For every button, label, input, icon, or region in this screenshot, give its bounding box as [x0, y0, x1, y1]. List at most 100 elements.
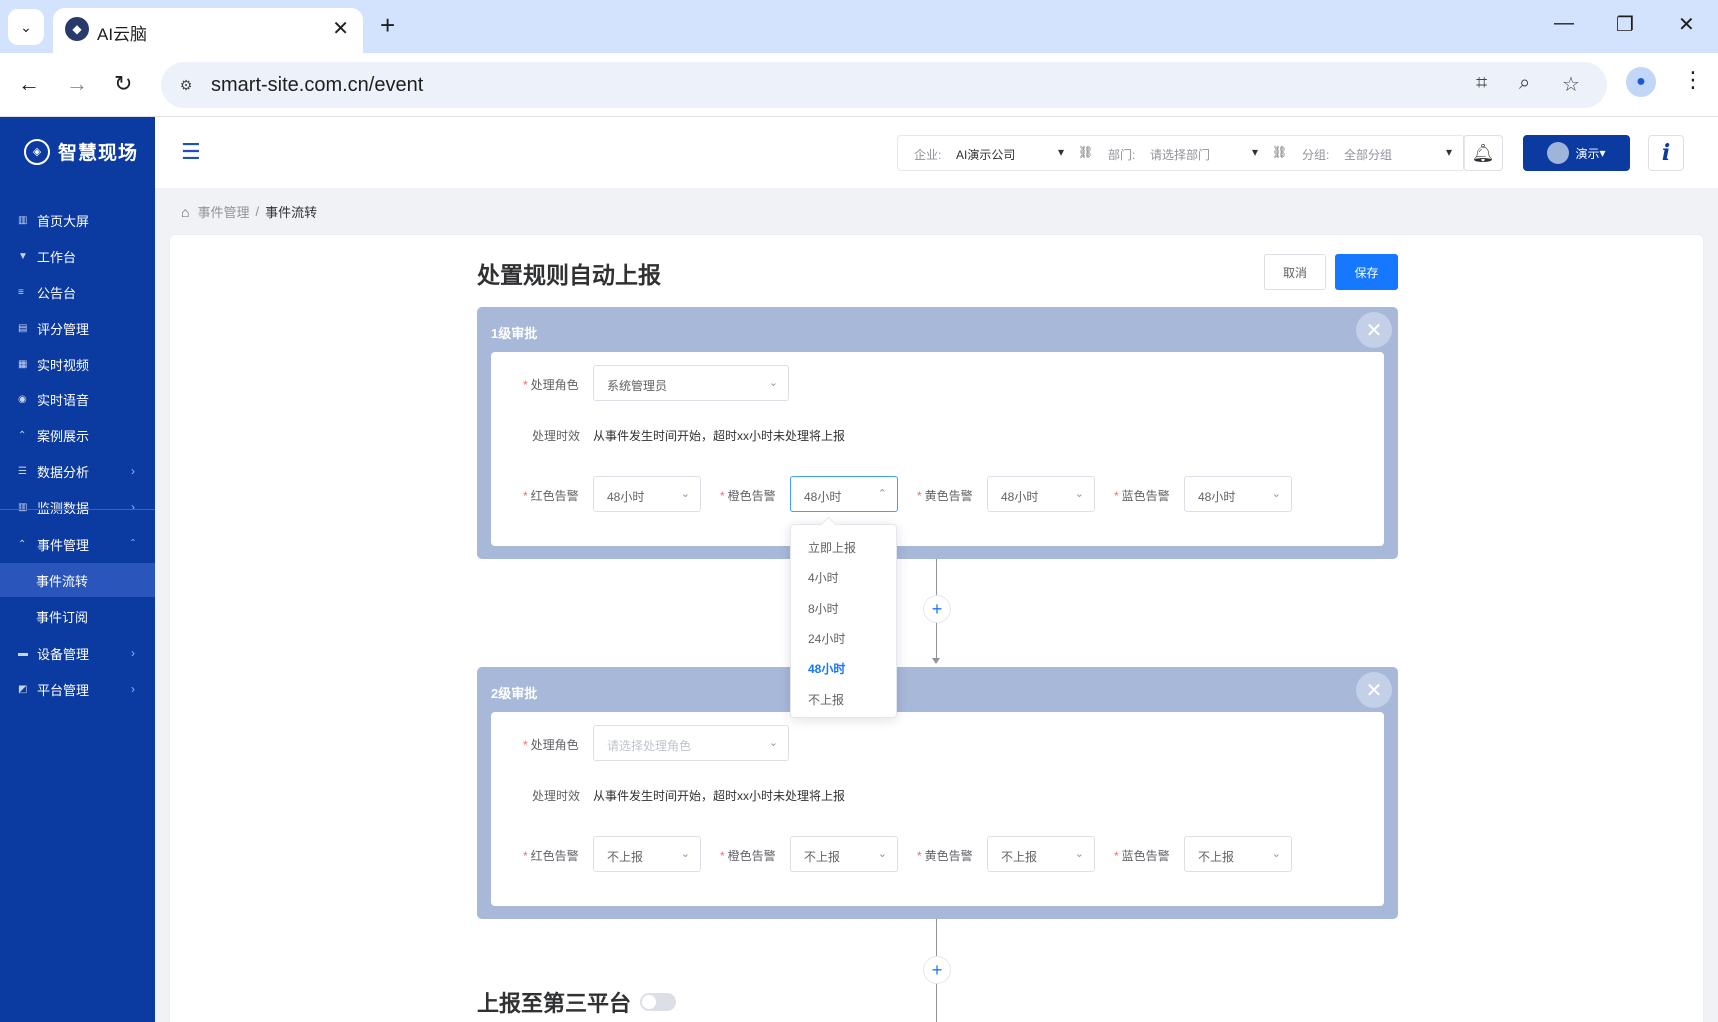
- sidebar-item-score[interactable]: ▤ 评分管理: [0, 311, 155, 345]
- blue-alert-select[interactable]: 不上报 ⌄: [1184, 836, 1292, 872]
- role-label: * 处理角色: [523, 378, 579, 392]
- sidebar-item-video[interactable]: ▦ 实时视频: [0, 347, 155, 381]
- cancel-button[interactable]: 取消: [1264, 254, 1326, 290]
- org-filter-bar: 企业: AI演示公司 ▾ ⛓ 部门: 请选择部门 ▾ ⛓ 分组: 全部分组 ▾: [897, 135, 1465, 171]
- url-text[interactable]: smart-site.com.cn/event: [211, 74, 423, 97]
- info-icon[interactable]: i: [1648, 135, 1684, 171]
- sidebar-item-event[interactable]: ⌃ 事件管理 ˆ: [0, 527, 155, 561]
- close-icon[interactable]: ✕: [1356, 672, 1392, 708]
- site-info-icon[interactable]: ⚙: [175, 74, 197, 96]
- timeout-description: 从事件发生时间开始，超时xx小时未处理将上报: [593, 789, 846, 803]
- chevron-right-icon: ›: [131, 464, 135, 478]
- breadcrumb-parent[interactable]: 事件管理: [197, 202, 249, 221]
- dropdown-option[interactable]: 24小时: [808, 630, 845, 647]
- orange-alert-select[interactable]: 不上报 ⌄: [790, 836, 898, 872]
- red-alert-label: * 红色告警: [523, 489, 579, 503]
- case-icon: ⌃: [18, 429, 27, 441]
- red-alert-label: * 红色告警: [523, 849, 579, 863]
- brand: ◈ 智慧现场: [24, 138, 138, 165]
- shield-icon: ◆: [65, 17, 89, 41]
- group-label: 分组:: [1302, 148, 1330, 162]
- home-icon[interactable]: ⌂: [181, 204, 189, 220]
- sidebar-item-workbench[interactable]: ▼ 工作台: [0, 239, 155, 273]
- chevron-up-icon: ⌃: [877, 488, 887, 500]
- sidebar: ◈ 智慧现场 ▥ 首页大屏 ▼ 工作台 ≡ 公告台 ▤ 评分管理 ▦ 实时视频 ◉ 实时语音…: [0, 117, 155, 1022]
- voice-icon: ◉: [18, 393, 27, 405]
- breadcrumb-current: 事件流转: [265, 205, 318, 220]
- tab-search-button[interactable]: ⌄: [8, 9, 44, 45]
- caret-down-icon[interactable]: ▾: [1252, 145, 1258, 159]
- yellow-alert-select[interactable]: 不上报 ⌄: [987, 836, 1095, 872]
- forward-icon[interactable]: →: [66, 71, 88, 97]
- sidebar-item-monitor[interactable]: ▥ 监测数据 ›: [0, 490, 155, 524]
- caret-down-icon[interactable]: ▾: [1058, 145, 1064, 159]
- close-icon[interactable]: ✕: [1356, 312, 1392, 348]
- sidebar-item-platform[interactable]: ◩ 平台管理 ›: [0, 672, 155, 706]
- dropdown-option[interactable]: 立即上报: [808, 539, 856, 556]
- add-level-plus-icon[interactable]: +: [923, 956, 951, 984]
- profile-avatar-icon[interactable]: ●: [1626, 67, 1656, 97]
- zoom-icon[interactable]: ⌕: [1519, 72, 1530, 95]
- company-select[interactable]: AI演示公司: [956, 146, 1015, 163]
- bell-icon[interactable]: 🔔︎: [1463, 135, 1503, 171]
- timeout-label: 处理时效: [532, 429, 581, 443]
- sidebar-item-voice[interactable]: ◉ 实时语音: [0, 382, 155, 416]
- hamburger-menu-icon[interactable]: ☰: [181, 139, 201, 165]
- yellow-alert-select[interactable]: 48小时 ⌄: [987, 476, 1095, 512]
- close-icon[interactable]: ✕: [332, 16, 349, 41]
- sidebar-item-notice[interactable]: ≡ 公告台: [0, 275, 155, 309]
- link-icon[interactable]: ⛓: [1272, 145, 1287, 159]
- sidebar-item-event-subscribe[interactable]: 事件订阅: [0, 599, 155, 633]
- back-icon[interactable]: ←: [18, 71, 40, 97]
- translate-icon[interactable]: ⌗: [1476, 72, 1487, 95]
- sidebar-item-dashboard[interactable]: ▥ 首页大屏: [0, 203, 155, 237]
- caret-down-icon[interactable]: ▾: [1446, 145, 1452, 159]
- role-select[interactable]: 系统管理员 ⌄: [593, 365, 789, 401]
- avatar: [1547, 142, 1570, 164]
- new-tab-button[interactable]: +: [380, 12, 395, 38]
- link-icon[interactable]: ⛓: [1078, 145, 1093, 159]
- chevron-up-icon: ˆ: [131, 537, 135, 551]
- chevron-down-icon: ⌄: [680, 848, 690, 860]
- tab-title: AI云脑: [97, 25, 148, 44]
- reload-icon[interactable]: ↻: [114, 71, 132, 97]
- orange-alert-label: * 橙色告警: [720, 849, 776, 863]
- level-form: * 处理角色 请选择处理角色 ⌄ 处理时效 从事件发生时间开始，超时xx小时未处理将…: [491, 712, 1384, 906]
- user-menu-button[interactable]: 演示 ▾: [1523, 135, 1630, 171]
- third-platform-toggle[interactable]: [640, 993, 676, 1011]
- sidebar-item-device[interactable]: ▬ 设备管理 ›: [0, 636, 155, 670]
- role-select[interactable]: 请选择处理角色 ⌄: [593, 725, 789, 761]
- breadcrumb: ⌂ 事件管理 / 事件流转: [181, 202, 317, 221]
- close-window-icon[interactable]: ✕: [1678, 12, 1695, 37]
- save-button[interactable]: 保存: [1335, 254, 1398, 290]
- sidebar-item-case[interactable]: ⌃ 案例展示: [0, 418, 155, 452]
- red-alert-select[interactable]: 48小时 ⌄: [593, 476, 701, 512]
- sidebar-divider: [0, 509, 155, 510]
- add-level-plus-icon[interactable]: +: [923, 595, 951, 623]
- red-alert-select[interactable]: 不上报 ⌄: [593, 836, 701, 872]
- approval-level-2: 2级审批 ✕ * 处理角色 请选择处理角色 ⌄ 处理时效 从事件发生时间开始，超时x…: [477, 667, 1398, 919]
- bookmark-star-icon[interactable]: ☆: [1562, 72, 1580, 97]
- dropdown-option-selected[interactable]: 48小时: [808, 660, 845, 677]
- browser-tab[interactable]: ◆ AI云脑 ✕: [53, 8, 363, 53]
- dept-select[interactable]: 请选择部门: [1150, 146, 1210, 163]
- restore-icon[interactable]: ❐: [1616, 12, 1634, 37]
- browser-menu-icon[interactable]: ⋮: [1682, 67, 1704, 93]
- group-select[interactable]: 全部分组: [1344, 146, 1392, 163]
- omnibox[interactable]: ⚙ smart-site.com.cn/event ⌗ ⌕ ☆: [161, 62, 1607, 108]
- timeout-description: 从事件发生时间开始，超时xx小时未处理将上报: [593, 429, 846, 443]
- orange-alert-select[interactable]: 48小时 ⌃: [790, 476, 898, 512]
- sidebar-item-event-flow[interactable]: 事件流转: [0, 563, 155, 597]
- toggle-knob: [642, 995, 656, 1009]
- brand-logo-icon: ◈: [24, 138, 50, 165]
- minimize-icon[interactable]: —: [1554, 12, 1574, 35]
- chevron-down-icon: ⌄: [768, 377, 778, 389]
- user-name: 演示: [1575, 146, 1600, 161]
- dropdown-option[interactable]: 不上报: [808, 691, 844, 708]
- dropdown-option[interactable]: 8小时: [808, 600, 839, 617]
- blue-alert-select[interactable]: 48小时 ⌄: [1184, 476, 1292, 512]
- role-label: * 处理角色: [523, 738, 579, 752]
- dropdown-option[interactable]: 4小时: [808, 569, 839, 586]
- brand-name: 智慧现场: [58, 143, 139, 164]
- sidebar-item-analysis[interactable]: ☰ 数据分析 ›: [0, 454, 155, 488]
